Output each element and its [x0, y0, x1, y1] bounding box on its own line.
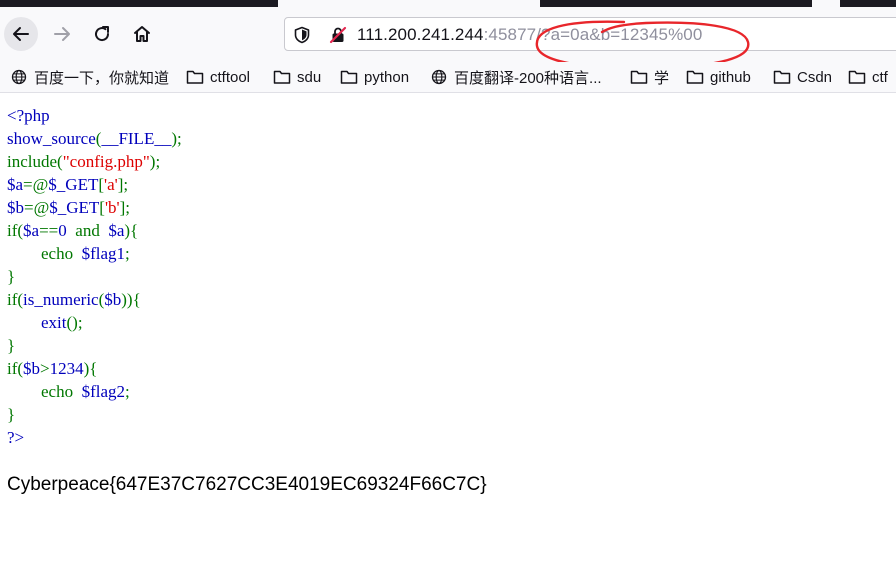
code-token: $a: [23, 221, 40, 240]
code-token: if(: [7, 290, 24, 309]
code-token: ];: [117, 175, 129, 194]
bookmark-python[interactable]: python: [340, 66, 409, 88]
code-token: if(: [7, 221, 24, 240]
code-token: __FILE__: [101, 129, 172, 148]
code-token: 'b': [104, 198, 120, 217]
code-token: show_source: [7, 129, 96, 148]
reload-button[interactable]: [86, 18, 118, 50]
php-source-code: <?php show_source(__FILE__); include("co…: [7, 104, 182, 449]
code-token: $a: [108, 221, 125, 240]
bookmark-label: github: [710, 68, 751, 86]
code-token: >: [40, 359, 50, 378]
code-token: ==: [39, 221, 59, 240]
code-token: $a: [7, 175, 24, 194]
globe-icon: [431, 69, 447, 85]
code-token: $b: [23, 359, 41, 378]
folder-icon: [340, 70, 358, 84]
code-token: $_GET: [49, 198, 100, 217]
folder-icon: [848, 70, 866, 84]
code-token: echo: [41, 382, 74, 401]
code-token: )){: [121, 290, 141, 309]
bookmark-label: ctftool: [210, 68, 251, 86]
bookmark-label: 百度翻译-200种语言...: [454, 69, 602, 87]
home-button[interactable]: [126, 18, 158, 50]
folder-icon: [686, 70, 704, 84]
code-token: exit: [41, 313, 67, 332]
code-token: );: [171, 129, 182, 148]
code-token: is_numeric: [23, 290, 99, 309]
code-token: ?>: [7, 428, 25, 447]
bookmark-ctftool[interactable]: ctftool: [186, 66, 250, 88]
bookmark-label: python: [364, 68, 410, 86]
code-token: );: [149, 152, 161, 171]
code-token: ;: [125, 382, 130, 401]
tab-strip-dark-segment: [0, 0, 278, 7]
code-token: }: [7, 336, 16, 355]
code-token: $b: [104, 290, 122, 309]
code-token: echo: [41, 244, 74, 263]
code-token: "config.php": [62, 152, 150, 171]
code-token: $_GET: [48, 175, 99, 194]
bookmark-label: 学: [654, 69, 670, 87]
bookmark-label: sdu: [297, 68, 322, 86]
forward-button[interactable]: [46, 18, 78, 50]
globe-icon: [11, 69, 27, 85]
back-arrow-icon: [13, 27, 29, 41]
bookmark-baidu-translate[interactable]: 百度翻译-200种语言...: [430, 66, 602, 88]
code-token: ;: [125, 244, 130, 263]
insecure-lock-icon[interactable]: [329, 26, 347, 44]
code-token: =@: [24, 198, 50, 217]
bookmark-ctf[interactable]: ctf: [848, 66, 888, 88]
code-token: include: [7, 152, 58, 171]
bookmark-label: ctf: [872, 68, 888, 86]
home-icon: [134, 26, 150, 42]
code-token: ){: [83, 359, 98, 378]
code-token: ){: [124, 221, 139, 240]
bookmark-label: Csdn: [797, 68, 833, 86]
code-token: 1234: [49, 359, 84, 378]
bookmark-label: 百度一下，你就知道: [34, 69, 170, 87]
nav-toolbar: 111.200.241.244:45877/?a=0a&b=12345%00: [0, 8, 896, 70]
code-token: $flag2: [81, 382, 126, 401]
code-token: }: [7, 267, 16, 286]
code-token: and: [75, 221, 100, 240]
code-token: $b: [7, 198, 24, 217]
tab-strip: [0, 0, 896, 8]
bookmark-xue[interactable]: 学: [630, 66, 669, 88]
bookmark-baidu[interactable]: 百度一下，你就知道: [10, 66, 169, 88]
code-token: $flag1: [81, 244, 126, 263]
folder-icon: [273, 70, 291, 84]
folder-icon: [630, 70, 648, 84]
tab-strip-dark-segment: [540, 0, 812, 7]
bookmark-csdn[interactable]: Csdn: [773, 66, 832, 88]
code-token: }: [7, 405, 16, 424]
code-token: if(: [7, 359, 24, 378]
url-host: 111.200.241.244: [357, 25, 484, 44]
folder-icon: [186, 70, 204, 84]
shield-icon[interactable]: [293, 26, 311, 44]
code-token: <?php: [7, 106, 50, 125]
bookmark-github[interactable]: github: [686, 66, 751, 88]
code-token: 0: [58, 221, 67, 240]
forward-arrow-icon: [54, 27, 70, 41]
back-button[interactable]: [4, 17, 38, 51]
code-token: ();: [66, 313, 83, 332]
code-token: 'a': [104, 175, 118, 194]
folder-icon: [773, 70, 791, 84]
code-token: ];: [119, 198, 130, 217]
bookmark-sdu[interactable]: sdu: [273, 66, 321, 88]
bookmarks-bar: 百度一下，你就知道 ctftool sdu python 百度翻译-200种语言…: [0, 62, 896, 93]
code-token: =@: [23, 175, 49, 194]
flag-output: Cyberpeace{647E37C7627CC3E4019EC69324F66…: [7, 474, 487, 495]
tab-strip-dark-segment: [840, 0, 896, 7]
reload-icon: [95, 26, 110, 42]
